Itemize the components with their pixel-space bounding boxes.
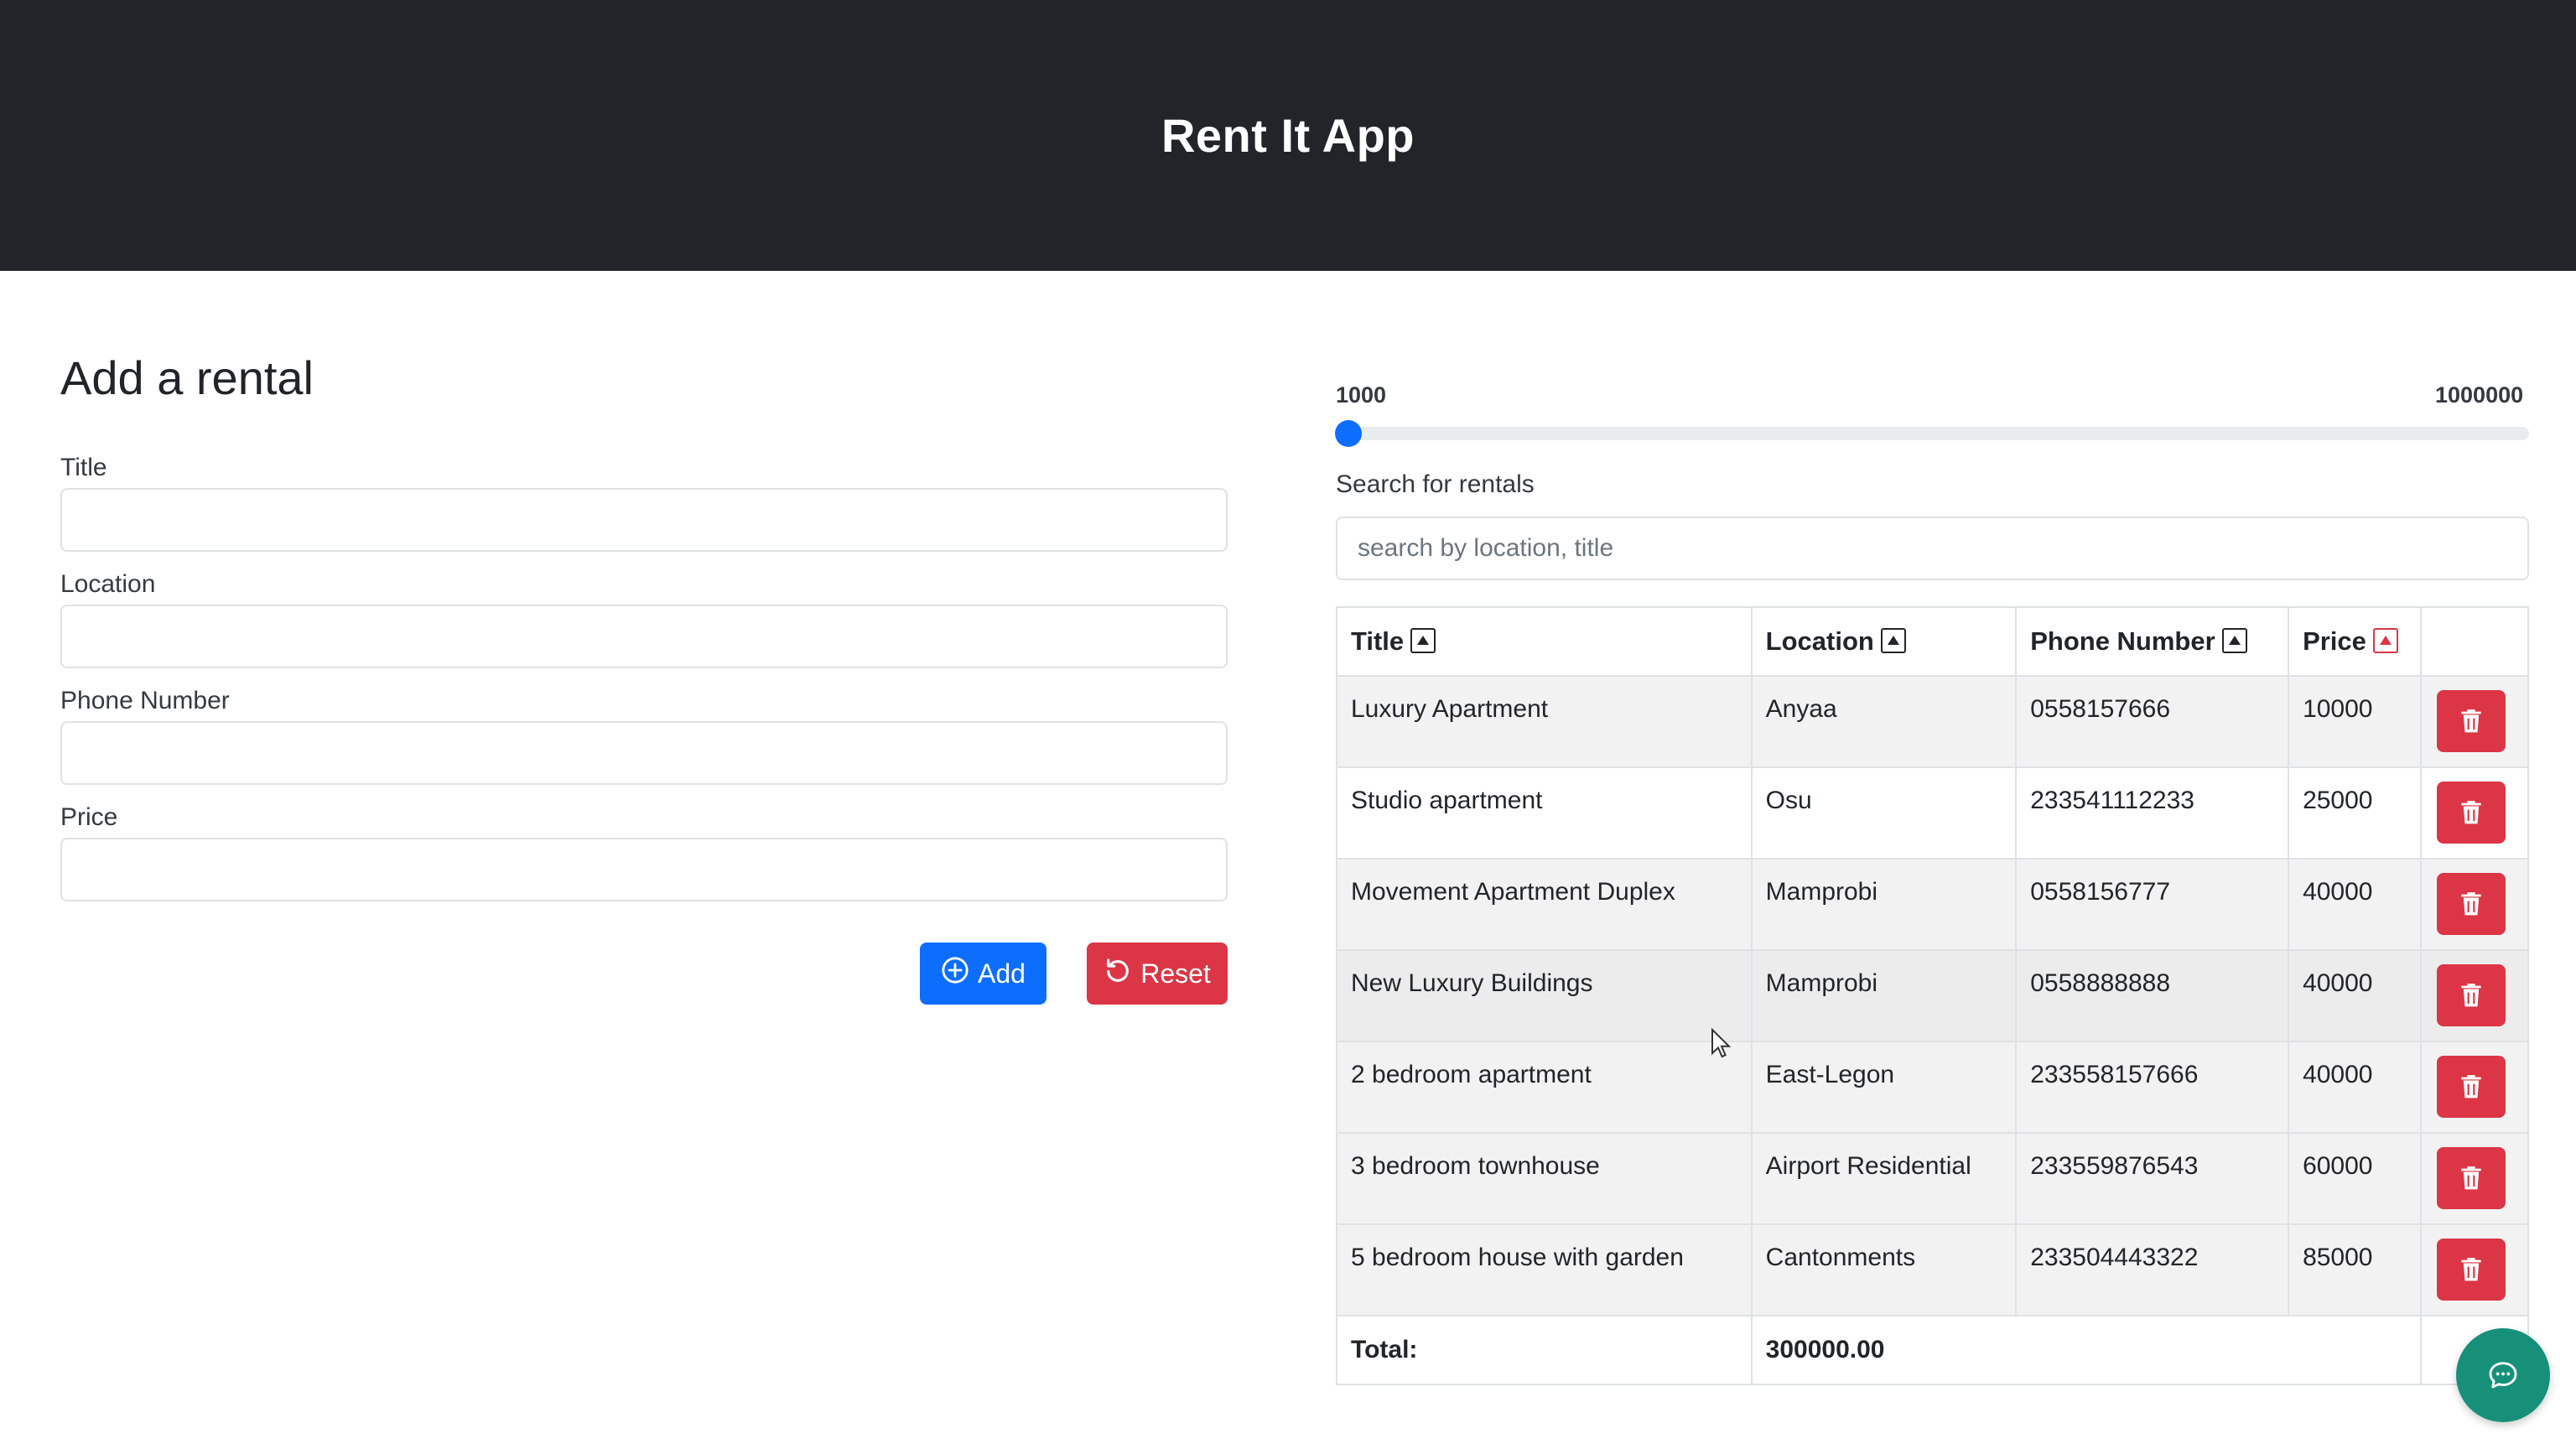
cell-title: 5 bedroom house with garden xyxy=(1336,1223,1753,1317)
range-min-label: 1000 xyxy=(1336,382,1387,408)
trash-icon xyxy=(2461,1258,2481,1281)
cell-location: Airport Residential xyxy=(1750,1132,2018,1225)
location-input[interactable] xyxy=(60,605,1228,668)
total-label: Total: xyxy=(1336,1315,1753,1385)
sort-up-icon[interactable] xyxy=(2221,627,2247,653)
cell-location: Mamprobi xyxy=(1750,949,2018,1042)
cell-price: 60000 xyxy=(2288,1132,2423,1225)
phone-number-label: Phone Number xyxy=(60,687,230,714)
cell-actions xyxy=(2420,1041,2529,1134)
mouse-cursor-icon xyxy=(1711,1028,1731,1058)
form-heading: Add a rental xyxy=(60,351,314,404)
trash-icon xyxy=(2461,1075,2481,1098)
cell-actions xyxy=(2420,1223,2529,1317)
price-label: Price xyxy=(60,803,118,831)
price-range-thumb[interactable] xyxy=(1335,420,1362,447)
delete-button[interactable] xyxy=(2437,1239,2506,1301)
plus-circle-icon xyxy=(941,956,969,991)
delete-button[interactable] xyxy=(2437,964,2506,1026)
table-row: New Luxury Buildings Mamprobi 0558888888… xyxy=(1336,949,2529,1042)
table-row: 5 bedroom house with garden Cantonments … xyxy=(1336,1223,2529,1317)
cell-location: Osu xyxy=(1750,766,2018,860)
price-input[interactable] xyxy=(60,838,1228,901)
delete-button[interactable] xyxy=(2437,690,2506,752)
range-max-label: 1000000 xyxy=(2435,382,2524,408)
add-button[interactable]: Add xyxy=(920,943,1046,1005)
search-input[interactable] xyxy=(1336,517,2529,580)
delete-button[interactable] xyxy=(2437,1056,2506,1118)
table-row: Studio apartment Osu 233541112233 25000 xyxy=(1336,766,2529,860)
cell-location: Cantonments xyxy=(1750,1223,2018,1317)
cell-actions xyxy=(2420,1132,2529,1225)
cell-phone: 233558157666 xyxy=(2015,1041,2290,1134)
cell-title: 3 bedroom townhouse xyxy=(1336,1132,1753,1225)
cell-title: Studio apartment xyxy=(1336,766,1753,860)
sort-up-icon[interactable] xyxy=(2372,627,2398,653)
rentals-table: Title Location Phone Number Price Luxury… xyxy=(1336,606,2529,1385)
column-header-location[interactable]: Location xyxy=(1750,606,2018,677)
trash-icon xyxy=(2461,892,2481,916)
column-header-actions xyxy=(2420,606,2529,677)
trash-icon xyxy=(2461,709,2481,733)
cell-phone: 0558888888 xyxy=(2015,949,2290,1042)
phone-number-input[interactable] xyxy=(60,721,1228,785)
delete-button[interactable] xyxy=(2437,1147,2506,1209)
sort-up-icon[interactable] xyxy=(1880,627,1906,653)
cell-title: Movement Apartment Duplex xyxy=(1336,858,1753,951)
cell-phone: 0558157666 xyxy=(2015,675,2290,768)
cell-actions xyxy=(2420,766,2529,860)
reset-icon xyxy=(1104,956,1132,991)
add-button-label: Add xyxy=(978,958,1026,989)
reset-button-label: Reset xyxy=(1140,958,1211,989)
cell-actions xyxy=(2420,949,2529,1042)
app-title: Rent It App xyxy=(1161,109,1415,162)
location-label: Location xyxy=(60,570,156,598)
table-row: 3 bedroom townhouse Airport Residential … xyxy=(1336,1132,2529,1225)
trash-icon xyxy=(2461,801,2481,824)
chat-button[interactable] xyxy=(2456,1328,2550,1422)
table-total-row: Total: 300000.00 xyxy=(1336,1315,2529,1385)
trash-icon xyxy=(2461,984,2481,1007)
total-value: 300000.00 xyxy=(1750,1315,2423,1385)
cell-price: 10000 xyxy=(2288,675,2423,768)
cell-phone: 233504443322 xyxy=(2015,1223,2290,1317)
cell-title: Luxury Apartment xyxy=(1336,675,1753,768)
cell-location: East-Legon xyxy=(1750,1041,2018,1134)
cell-price: 40000 xyxy=(2288,949,2423,1042)
table-row: Luxury Apartment Anyaa 0558157666 10000 xyxy=(1336,675,2529,768)
cell-price: 40000 xyxy=(2288,858,2423,951)
column-header-price[interactable]: Price xyxy=(2288,606,2423,677)
price-range-track[interactable] xyxy=(1336,427,2529,440)
title-label: Title xyxy=(60,454,107,481)
cell-location: Anyaa xyxy=(1750,675,2018,768)
cell-phone: 233541112233 xyxy=(2015,766,2290,860)
table-row: 2 bedroom apartment East-Legon 233558157… xyxy=(1336,1041,2529,1134)
cell-phone: 233559876543 xyxy=(2015,1132,2290,1225)
column-header-title[interactable]: Title xyxy=(1336,606,1753,677)
cell-phone: 0558156777 xyxy=(2015,858,2290,951)
cell-price: 40000 xyxy=(2288,1041,2423,1134)
reset-button[interactable]: Reset xyxy=(1087,943,1228,1005)
delete-button[interactable] xyxy=(2437,873,2506,935)
column-header-phone-number[interactable]: Phone Number xyxy=(2015,606,2290,677)
sort-up-icon[interactable] xyxy=(1410,627,1436,653)
cell-price: 25000 xyxy=(2288,766,2423,860)
table-row: Movement Apartment Duplex Mamprobi 05581… xyxy=(1336,858,2529,951)
table-header-row: Title Location Phone Number Price xyxy=(1336,606,2529,677)
chat-icon xyxy=(2489,1362,2517,1389)
app-header: Rent It App xyxy=(0,0,2576,271)
cell-price: 85000 xyxy=(2288,1223,2423,1317)
delete-button[interactable] xyxy=(2437,782,2506,844)
trash-icon xyxy=(2461,1166,2481,1190)
cell-actions xyxy=(2420,675,2529,768)
cell-title: 2 bedroom apartment xyxy=(1336,1041,1753,1134)
search-label: Search for rentals xyxy=(1336,470,1535,498)
title-input[interactable] xyxy=(60,488,1228,552)
cell-title: New Luxury Buildings xyxy=(1336,949,1753,1042)
cell-actions xyxy=(2420,858,2529,951)
cell-location: Mamprobi xyxy=(1750,858,2018,951)
